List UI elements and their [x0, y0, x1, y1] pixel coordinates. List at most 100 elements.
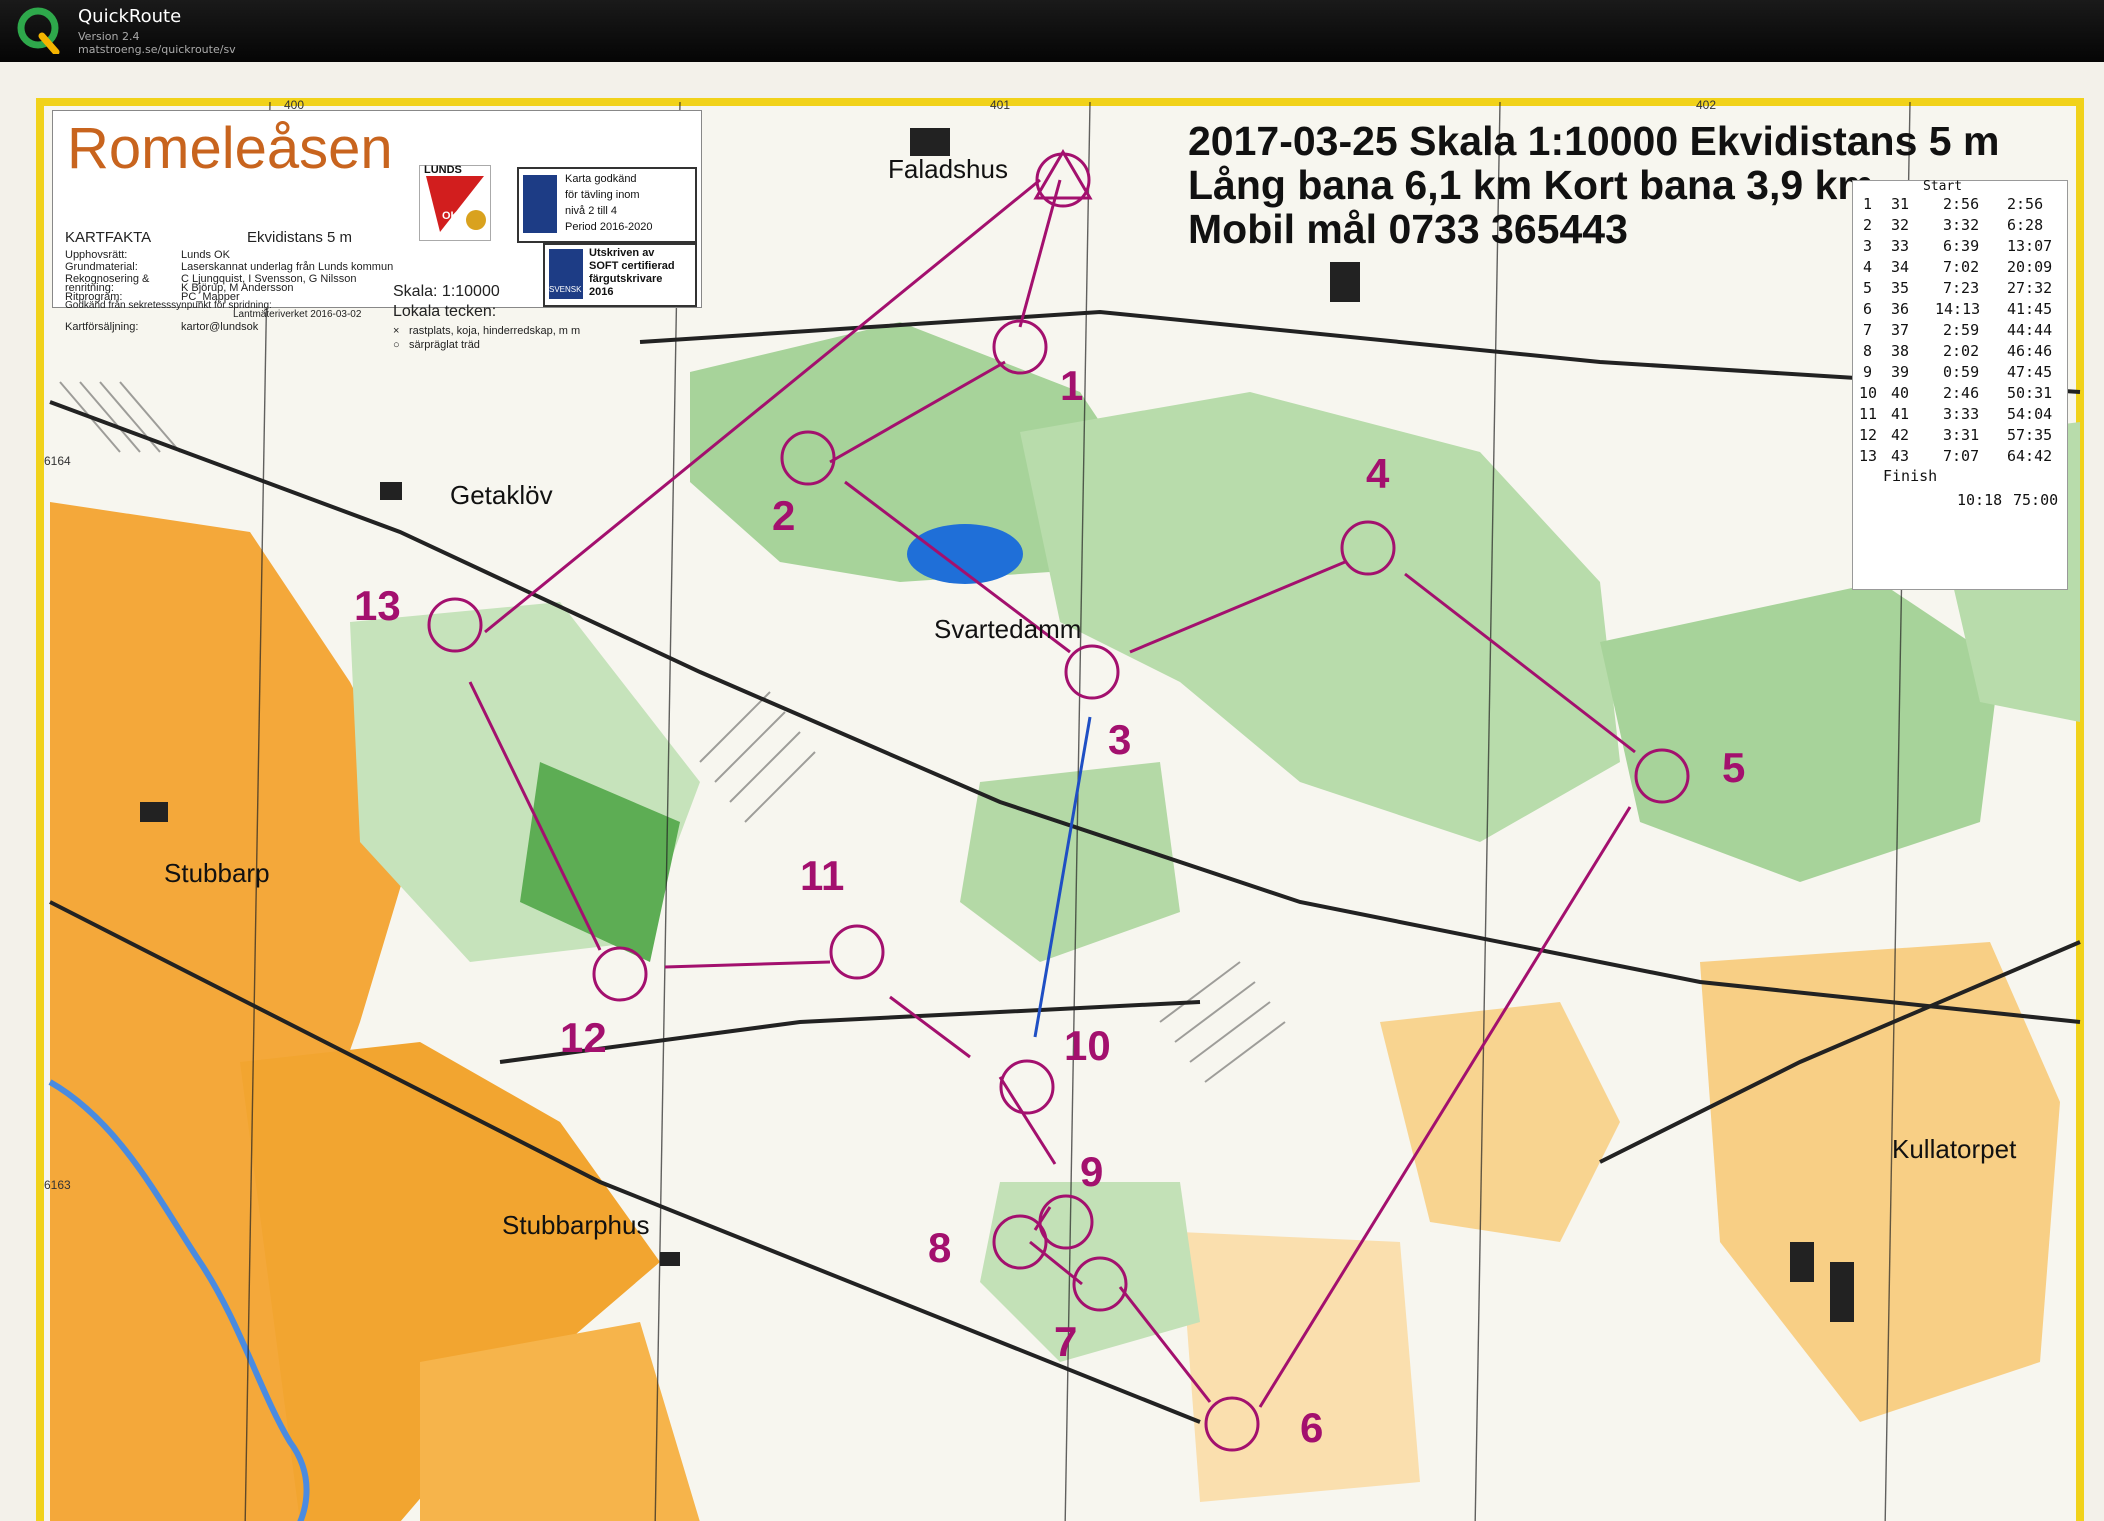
- split-total: 54:04: [2007, 405, 2053, 423]
- place-name: Kullatorpet: [1892, 1134, 2017, 1164]
- split-control: 2: [1863, 216, 1873, 234]
- control-number: 3: [1108, 716, 1132, 763]
- quickroute-logo-icon: [17, 7, 60, 54]
- circle-icon: ○: [393, 339, 400, 351]
- split-times-table: Start 1 31 2:56 2:56 2 32 3:32 6:28 3 33…: [1852, 179, 2068, 590]
- place-name: Faladshus: [888, 154, 1008, 184]
- split-finish-row: Finish: [1853, 467, 2067, 488]
- place-name: Svartedamm: [934, 614, 1082, 644]
- split-control: 7: [1863, 321, 1873, 339]
- map-header-line-1: 2017-03-25 Skala 1:10000 Ekvidistans 5 m: [1188, 118, 2000, 164]
- map-header-line-2: Lång bana 6,1 km Kort bana 3,9 km: [1188, 162, 1874, 208]
- soft-line: SOFT certifierad: [589, 260, 675, 272]
- control-number: 2: [772, 492, 796, 539]
- split-total: 46:46: [2007, 342, 2053, 360]
- map-title: Romeleåsen: [67, 116, 393, 181]
- approval-line: för tävling inom: [565, 189, 640, 201]
- place-name: Stubbarphus: [502, 1210, 650, 1240]
- split-time: 7:07: [1943, 447, 1980, 465]
- grid-number: 400: [284, 98, 305, 112]
- finish-label: Finish: [1883, 467, 1938, 485]
- split-code: 41: [1891, 405, 1910, 423]
- legend-scale: Skala: 1:10000: [393, 283, 500, 300]
- legend-row-label: Kartförsäljning:: [65, 321, 139, 333]
- split-code: 32: [1891, 216, 1910, 234]
- approval-line: nivå 2 till 4: [565, 205, 617, 217]
- approval-line: Karta godkänd: [565, 173, 637, 185]
- split-control: 5: [1863, 279, 1873, 297]
- split-total: 50:31: [2007, 384, 2053, 402]
- split-time: 6:39: [1943, 237, 1980, 255]
- legend-row-value: kartor@lundsok: [181, 321, 259, 333]
- grid-number: 6163: [44, 1178, 71, 1192]
- control-number: 8: [928, 1224, 952, 1271]
- grid-number: 6164: [44, 454, 71, 468]
- control-number: 13: [354, 582, 401, 629]
- kartfakta-label: KARTFAKTA: [65, 229, 152, 246]
- control-number: 9: [1080, 1148, 1104, 1195]
- control-number: 10: [1064, 1022, 1111, 1069]
- control-number: 6: [1300, 1404, 1324, 1451]
- grid-number: 401: [990, 98, 1011, 112]
- split-total: 41:45: [2007, 300, 2053, 318]
- split-total: 6:28: [2007, 216, 2044, 234]
- split-row: 5 35 7:23 27:32: [1853, 279, 2067, 300]
- split-code: 43: [1891, 447, 1910, 465]
- split-time: 2:02: [1943, 342, 1980, 360]
- split-time: 0:59: [1943, 363, 1980, 381]
- soft-line: Utskriven av: [589, 247, 655, 259]
- split-total: 47:45: [2007, 363, 2053, 381]
- map-legend: Romeleåsen KARTFAKTA Ekvidistans 5 m Upp…: [52, 110, 702, 351]
- legend-lokala: Lokala tecken:: [393, 303, 497, 320]
- soft-badge: SVENSK Utskriven av SOFT certifierad fär…: [543, 243, 697, 307]
- split-total: 44:44: [2007, 321, 2053, 339]
- map-canvas[interactable]: Romeleåsen KARTFAKTA Ekvidistans 5 m Upp…: [0, 62, 2104, 1521]
- legend-row-label: Upphovsrätt:: [65, 249, 128, 261]
- split-time: 7:02: [1943, 258, 1980, 276]
- split-time: 7:23: [1943, 279, 1980, 297]
- app-version: Version 2.4: [78, 30, 140, 43]
- club-logo: LUNDS OK: [419, 164, 491, 241]
- club-logo-text-2: OK: [442, 210, 459, 222]
- app-url: matstroeng.se/quickroute/sv: [78, 43, 236, 56]
- grid-number: 402: [1696, 98, 1717, 112]
- legend-row-value: Lunds OK: [181, 249, 230, 261]
- split-time: 3:32: [1943, 216, 1980, 234]
- finish-split: 10:18: [1957, 491, 2003, 509]
- approval-badge-icon: [523, 175, 557, 233]
- soft-line: färgutskrivare: [589, 273, 663, 285]
- split-control: 9: [1863, 363, 1873, 381]
- app-name: QuickRoute: [78, 6, 182, 27]
- soft-line: 2016: [589, 286, 614, 298]
- split-control: 13: [1859, 447, 1878, 465]
- split-row: 4 34 7:02 20:09: [1853, 258, 2067, 279]
- split-control: 8: [1863, 342, 1873, 360]
- control-number: 4: [1366, 450, 1390, 497]
- split-code: 31: [1891, 195, 1910, 213]
- approval-line: Period 2016-2020: [565, 221, 653, 233]
- split-row: 11 41 3:33 54:04: [1853, 405, 2067, 426]
- split-code: 40: [1891, 384, 1910, 402]
- club-logo-icon: [426, 176, 486, 232]
- split-time: 14:13: [1935, 300, 1981, 318]
- control-number: 7: [1054, 1318, 1078, 1365]
- split-row: 10 40 2:46 50:31: [1853, 384, 2067, 405]
- legend-symbol-1: rastplats, koja, hinderredskap, m m: [409, 325, 581, 337]
- split-code: 38: [1891, 342, 1910, 360]
- start-label: Start: [1923, 179, 1963, 194]
- split-row: 3 33 6:39 13:07: [1853, 237, 2067, 258]
- legend-row-label: Grundmaterial:: [65, 261, 138, 273]
- split-row: 13 43 7:07 64:42: [1853, 447, 2067, 468]
- split-total: 2:56: [2007, 195, 2044, 213]
- split-row: 1 31 2:56 2:56: [1853, 195, 2067, 216]
- control-number: 1: [1060, 362, 1084, 409]
- split-finish-times: 10:18 75:00: [1853, 491, 2067, 512]
- control-number: 12: [560, 1014, 607, 1061]
- split-row: 7 37 2:59 44:44: [1853, 321, 2067, 342]
- map-header-line-3: Mobil mål 0733 365443: [1188, 206, 1628, 252]
- approval-badge: Karta godkänd för tävling inom nivå 2 ti…: [517, 167, 697, 243]
- soft-brand: SVENSK: [549, 285, 582, 294]
- split-control: 10: [1859, 384, 1878, 402]
- control-number: 5: [1722, 744, 1746, 791]
- legend-row-value: Lantmäteriverket 2016-03-02: [233, 309, 362, 320]
